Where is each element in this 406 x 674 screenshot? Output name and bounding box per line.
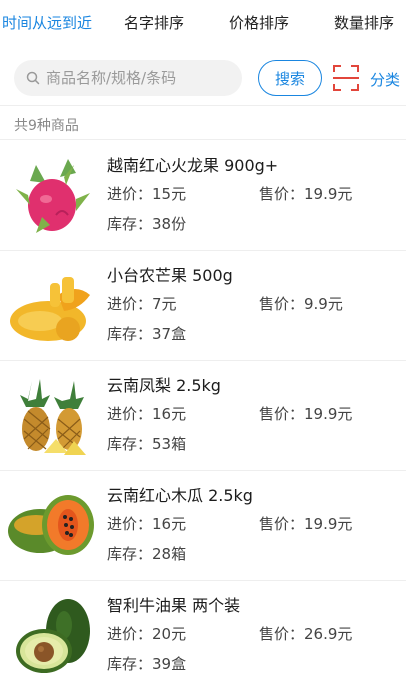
search-box[interactable] <box>14 60 242 96</box>
sale-price: 售价：19.9元 <box>259 405 353 423</box>
list-item[interactable]: 越南红心火龙果 900g+ 进价：15元 售价：19.9元 库存：38份 <box>0 141 406 251</box>
search-input[interactable] <box>46 69 236 87</box>
sale-price: 售价：26.9元 <box>259 625 353 643</box>
product-name: 越南红心火龙果 900g+ <box>107 156 279 175</box>
sort-tab-price[interactable]: 价格排序 <box>229 12 289 33</box>
product-name: 智利牛油果 两个装 <box>107 596 241 615</box>
cost-price: 进价：15元 <box>107 185 187 203</box>
list-item[interactable]: 云南红心木瓜 2.5kg 进价：16元 售价：19.9元 库存：28箱 <box>0 471 406 581</box>
product-count: 共9种商品 <box>14 118 79 134</box>
product-name: 小台农芒果 500g <box>107 266 233 285</box>
product-name: 云南红心木瓜 2.5kg <box>107 486 253 505</box>
category-link[interactable]: 分类 <box>370 69 400 90</box>
scan-icon[interactable] <box>333 64 359 92</box>
dragon-fruit-image <box>16 159 90 233</box>
sale-price: 售价：19.9元 <box>259 515 353 533</box>
pineapple-image <box>20 379 86 455</box>
search-row: 搜索 分类 <box>0 50 406 106</box>
summary-row: 共9种商品 <box>0 106 406 140</box>
sort-bar: 时间从远到近 名字排序 价格排序 数量排序 <box>0 0 406 48</box>
stock-count: 库存：39盒 <box>107 655 187 673</box>
cost-price: 进价：16元 <box>107 515 187 533</box>
sort-tab-name[interactable]: 名字排序 <box>124 12 184 33</box>
stock-count: 库存：28箱 <box>107 545 187 563</box>
sort-tab-quantity[interactable]: 数量排序 <box>334 12 394 33</box>
product-name: 云南凤梨 2.5kg <box>107 376 221 395</box>
avocado-image <box>16 599 90 673</box>
cost-price: 进价：20元 <box>107 625 187 643</box>
sort-tab-time[interactable]: 时间从远到近 <box>2 12 92 33</box>
sale-price: 售价：19.9元 <box>259 185 353 203</box>
stock-count: 库存：37盒 <box>107 325 187 343</box>
cost-price: 进价：16元 <box>107 405 187 423</box>
papaya-image <box>8 495 94 555</box>
mango-image <box>10 277 90 341</box>
cost-price: 进价：7元 <box>107 295 177 313</box>
search-button[interactable]: 搜索 <box>258 60 322 96</box>
list-item[interactable]: 云南凤梨 2.5kg 进价：16元 售价：19.9元 库存：53箱 <box>0 361 406 471</box>
product-list: 越南红心火龙果 900g+ 进价：15元 售价：19.9元 库存：38份 小台农… <box>0 141 406 674</box>
sale-price: 售价：9.9元 <box>259 295 343 313</box>
list-item[interactable]: 智利牛油果 两个装 进价：20元 售价：26.9元 库存：39盒 <box>0 581 406 674</box>
stock-count: 库存：53箱 <box>107 435 187 453</box>
search-icon <box>26 71 40 85</box>
list-item[interactable]: 小台农芒果 500g 进价：7元 售价：9.9元 库存：37盒 <box>0 251 406 361</box>
stock-count: 库存：38份 <box>107 215 187 233</box>
